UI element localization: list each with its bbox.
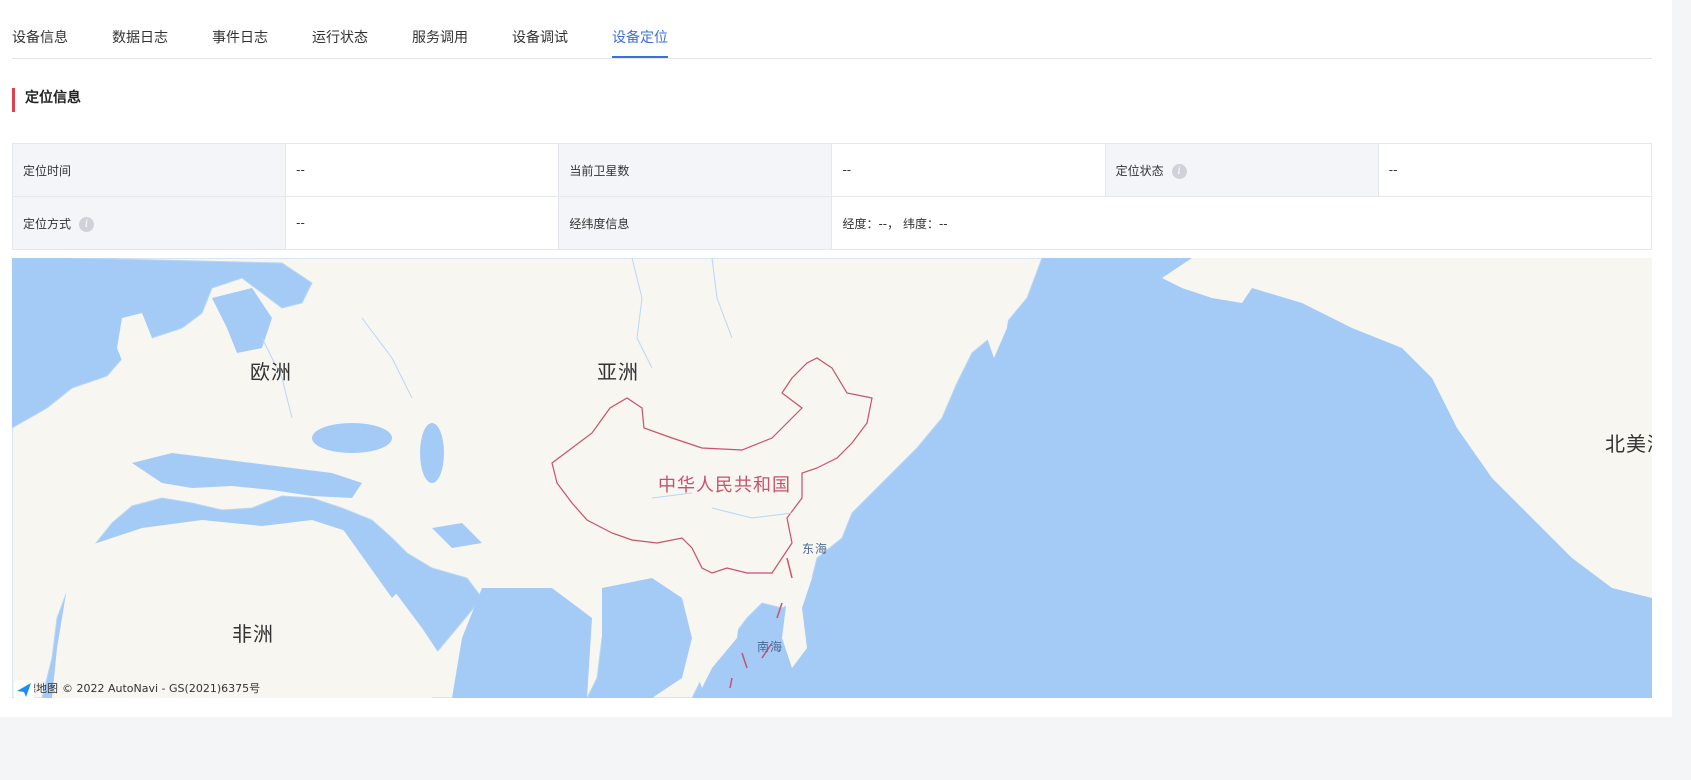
location-method-label: 定位方式 xyxy=(23,216,72,231)
page-scrollbar[interactable] xyxy=(1673,0,1691,717)
tab-bar: 设备信息 数据日志 事件日志 运行状态 服务调用 设备调试 设备定位 xyxy=(12,18,1652,59)
location-status-label: 定位状态 xyxy=(1115,163,1164,178)
tab-data-log[interactable]: 数据日志 xyxy=(112,28,168,56)
caspian-sea xyxy=(420,423,444,483)
tab-device-info[interactable]: 设备信息 xyxy=(12,28,68,56)
africa-landmass xyxy=(52,520,442,698)
tab-service-call[interactable]: 服务调用 xyxy=(412,28,468,56)
location-info-table: 定位时间 -- 当前卫星数 -- 定位状态 i -- 定位方式 i -- 经纬度信息… xyxy=(11,143,1653,250)
location-method-cell: 定位方式 i xyxy=(11,196,287,250)
map-label-east-sea: 东海 xyxy=(802,542,829,556)
map-label-north-america: 北美洲 xyxy=(1605,432,1652,456)
location-method-value: -- xyxy=(285,196,560,250)
info-icon[interactable]: i xyxy=(79,216,95,232)
map-label-south-sea: 南海 xyxy=(757,640,784,654)
black-sea xyxy=(312,423,392,453)
tab-device-debug[interactable]: 设备调试 xyxy=(512,28,568,56)
satellite-count-value: -- xyxy=(831,143,1106,197)
tab-event-log[interactable]: 事件日志 xyxy=(212,28,268,56)
content-panel: 设备信息 数据日志 事件日志 运行状态 服务调用 设备调试 设备定位 定位信息 … xyxy=(0,0,1672,717)
location-time-value: -- xyxy=(285,143,560,197)
location-status-cell: 定位状态 i xyxy=(1104,143,1379,197)
map-label-china: 中华人民共和国 xyxy=(658,475,791,496)
location-status-value: -- xyxy=(1377,143,1653,197)
map-attribution: 高德地图 © 2022 AutoNavi - GS(2021)6375号 xyxy=(14,680,261,698)
satellite-count-label: 当前卫星数 xyxy=(558,143,833,197)
table-row: 定位方式 i -- 经纬度信息 经度：--， 纬度：-- xyxy=(11,196,1652,250)
map-copyright: © 2022 AutoNavi - GS(2021)6375号 xyxy=(62,682,261,695)
map-label-africa: 非洲 xyxy=(232,622,274,646)
map-label-europe: 欧洲 xyxy=(250,360,292,384)
amap-logo-icon xyxy=(14,680,34,698)
coordinates-value: 经度：--， 纬度：-- xyxy=(831,196,1652,250)
bay-of-bengal xyxy=(602,578,692,698)
info-icon[interactable]: i xyxy=(1171,163,1187,179)
table-row: 定位时间 -- 当前卫星数 -- 定位状态 i -- xyxy=(11,143,1653,197)
tab-device-location[interactable]: 设备定位 xyxy=(612,28,668,58)
north-america-landmass xyxy=(1192,258,1652,598)
section-title: 定位信息 xyxy=(12,88,81,112)
map-view[interactable]: 欧洲 亚洲 非洲 北美洲 中华人民共和国 东海 南海 高德地图 © 2022 A… xyxy=(12,258,1652,698)
tab-run-status[interactable]: 运行状态 xyxy=(312,28,368,56)
arabian-sea xyxy=(452,588,592,698)
map-label-asia: 亚洲 xyxy=(597,360,639,384)
coordinates-label: 经纬度信息 xyxy=(558,196,833,250)
location-time-label: 定位时间 xyxy=(11,143,287,197)
